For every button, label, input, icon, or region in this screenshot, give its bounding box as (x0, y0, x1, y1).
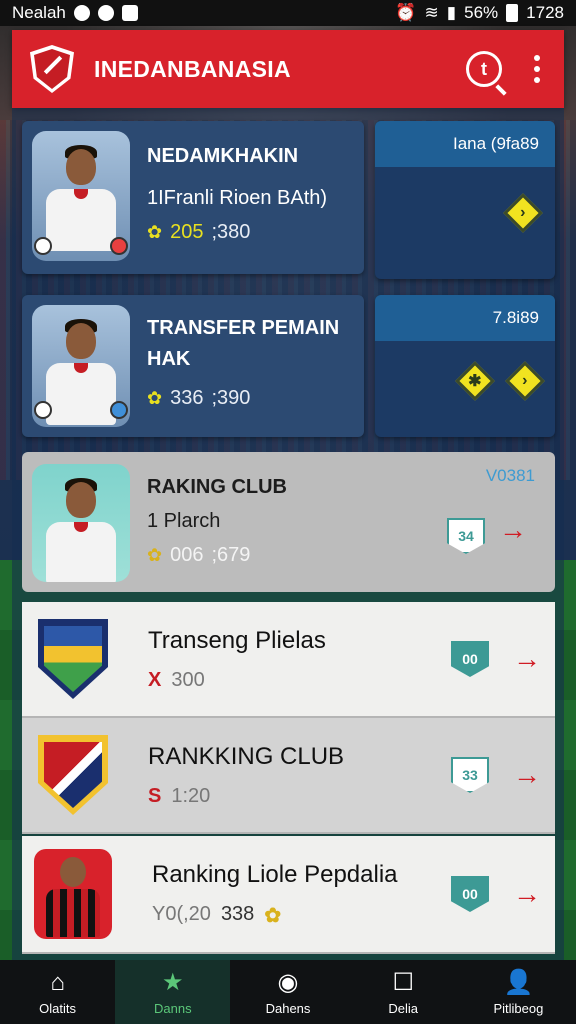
club-crest-icon (38, 735, 108, 815)
card-title-line2: HAK (147, 348, 191, 370)
fan-icon: ✿ (264, 904, 282, 927)
overflow-menu-button[interactable] (528, 51, 546, 87)
club-logo-icon[interactable] (30, 45, 74, 93)
action-diamond-icon[interactable]: › (505, 361, 545, 401)
card-subtitle: 1IFranli Rioen BAth) (147, 187, 328, 209)
arrow-right-icon[interactable]: → (513, 643, 541, 675)
rank-badge: 33 (451, 757, 489, 793)
card-title: TRANSFER PEMAIN HAK (147, 313, 339, 375)
rank-badge: 34 (447, 518, 485, 554)
stat-secondary: ;380 (211, 221, 251, 243)
nav-label: Danns (154, 1000, 192, 1016)
nav-favorites[interactable]: ★ Danns (115, 960, 231, 1024)
nav-messages[interactable]: ◉ Dahens (230, 960, 345, 1024)
corner-label: V0381 (485, 466, 535, 485)
stat-primary: 336 (170, 387, 204, 409)
card-title: RAKING CLUB (147, 476, 287, 498)
verified-icon (34, 237, 52, 255)
card-stats: ✿ 205 ;380 (147, 221, 250, 244)
nav-label: Dahens (265, 1000, 311, 1016)
nav-home[interactable]: ⌂ Olatits (0, 960, 115, 1024)
arrow-right-icon[interactable]: → (513, 759, 541, 791)
list-item-value: 1:20 (171, 784, 211, 807)
menu-dot-icon (534, 55, 540, 61)
list-item[interactable]: Ranking Liole Pepdalia Y0(,20 338 ✿ 00 → (22, 836, 555, 954)
nav-details[interactable]: ☐ Delia (346, 960, 461, 1024)
player-card[interactable]: NEDAMKHAKIN 1IFranli Rioen BAth) ✿ 205 ;… (22, 121, 364, 274)
player-avatar (34, 849, 112, 939)
clock: 1728 (526, 3, 564, 22)
fan-icon: ✿ (147, 388, 163, 408)
stat-secondary: ;679 (211, 544, 251, 566)
card-title: NEDAMKHAKIN (147, 145, 299, 167)
card-subtitle: 1 Plarch (147, 510, 221, 532)
list-item[interactable]: RANKKING CLUB S 1:20 33 → (22, 718, 555, 834)
list-item-icon: S (148, 784, 162, 807)
ranking-club-card[interactable]: RAKING CLUB 1 Plarch ✿ 006 ;679 V0381 34… (22, 452, 555, 592)
player-avatar (32, 464, 130, 582)
message-icon (97, 5, 114, 21)
side-card-header: 7.8i89 (375, 295, 555, 341)
stat-primary: 205 (170, 221, 204, 243)
home-icon: ⌂ (50, 968, 65, 996)
app-icon (121, 5, 138, 21)
fan-icon: ✿ (147, 222, 163, 242)
verified-icon (34, 401, 52, 419)
status-bar: Nealah ⏰ ≋ ▮ 56% 1728 (0, 0, 576, 26)
side-card[interactable]: 7.8i89 ✱ › (375, 295, 555, 437)
flag-icon (110, 401, 128, 419)
nav-label: Pitlibeog (493, 1000, 544, 1016)
battery-percent: 56% (464, 3, 499, 22)
user-icon: 👤 (503, 969, 534, 996)
star-icon: ★ (162, 969, 184, 996)
list-item-icon: X (148, 668, 162, 691)
list-item-value: 300 (171, 668, 205, 691)
nav-label: Olatits (39, 1000, 77, 1016)
card-title-line1: TRANSFER PEMAIN (147, 317, 340, 339)
list-item-title: Ranking Liole Pepdalia (152, 860, 398, 888)
square-icon: ☐ (392, 969, 414, 996)
stat-primary: 006 (170, 544, 204, 566)
list-item[interactable]: Transeng Plielas X 300 00 → (22, 602, 555, 718)
search-icon: t (481, 58, 487, 79)
app-bar: INEDANBANASIA t (12, 30, 564, 108)
fan-icon: ✿ (147, 545, 163, 565)
side-card-header: Iana (9fa89 (375, 121, 555, 167)
chat-icon: ◉ (277, 969, 299, 996)
stat-secondary: ;390 (211, 387, 251, 409)
list-item-value: Y0(,20 (152, 902, 211, 925)
arrow-right-icon[interactable]: → (513, 878, 541, 910)
nav-label: Delia (388, 1000, 419, 1016)
action-diamond-icon[interactable]: › (503, 193, 543, 233)
alarm-icon: ⏰ (395, 3, 417, 22)
side-card[interactable]: Iana (9fa89 › (375, 121, 555, 279)
card-stats: ✿ 006 ;679 (147, 544, 250, 567)
arrow-right-icon[interactable]: → (499, 514, 527, 546)
menu-dot-icon (534, 66, 540, 72)
app-title: INEDANBANASIA (94, 55, 291, 82)
notification-icon (73, 5, 90, 21)
search-button[interactable]: t (466, 51, 502, 87)
card-stats: ✿ 336 ;390 (147, 387, 250, 410)
menu-dot-icon (534, 77, 540, 83)
wifi-icon: ≋ (424, 3, 439, 22)
list-item-title: RANKKING CLUB (148, 742, 345, 770)
list-item-value-secondary: 338 (220, 902, 255, 925)
bottom-navigation: ⌂ Olatits ★ Danns ◉ Dahens ☐ Delia 👤 Pit… (0, 960, 576, 1024)
transfer-diamond-icon[interactable]: ✱ (455, 361, 495, 401)
club-crest-icon (38, 619, 108, 699)
rank-badge: 00 (451, 876, 489, 912)
signal-icon: ▮ (446, 3, 457, 22)
transfer-card[interactable]: TRANSFER PEMAIN HAK ✿ 336 ;390 (22, 295, 364, 437)
rank-badge: 00 (451, 641, 489, 677)
carrier-label: Nealah (12, 3, 66, 22)
nav-profile[interactable]: 👤 Pitlibeog (461, 960, 576, 1024)
battery-icon (506, 4, 519, 22)
flag-icon (110, 237, 128, 255)
list-item-title: Transeng Plielas (148, 626, 326, 654)
